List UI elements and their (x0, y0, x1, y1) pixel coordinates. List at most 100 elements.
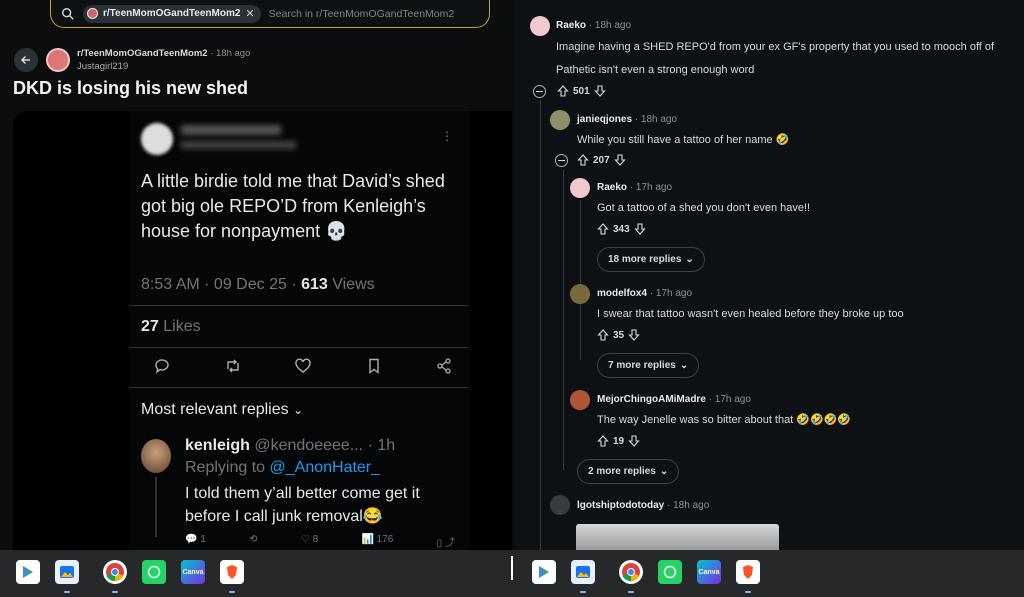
avatar[interactable] (570, 390, 590, 410)
canva-icon[interactable]: Canva (181, 560, 205, 584)
avatar[interactable] (570, 178, 590, 198)
search-icon (62, 7, 74, 20)
collapse-button[interactable] (533, 85, 546, 98)
reply-text: I told them y’all better come get it bef… (185, 485, 420, 525)
downvote-icon[interactable] (633, 223, 646, 235)
thread-line (155, 477, 157, 537)
close-icon[interactable]: ✕ (245, 7, 254, 20)
search-placeholder[interactable]: Search in r/TeenMomOGandTeenMom2 (269, 8, 455, 20)
vote-bar: 501 (557, 85, 606, 97)
avatar[interactable] (550, 110, 570, 130)
search-bar[interactable]: r/TeenMomOGandTeenMom2 ✕ Search in r/Tee… (50, 0, 490, 28)
downvote-icon[interactable] (628, 329, 640, 341)
shelf-left: Canva (16, 560, 259, 593)
post-author[interactable]: Justagirl219 (77, 61, 128, 72)
split-divider[interactable] (511, 556, 513, 580)
comment-author[interactable]: Raeko · 17h ago (597, 182, 672, 193)
divider (129, 305, 469, 306)
play-store-icon[interactable] (16, 560, 40, 584)
back-button[interactable] (14, 48, 38, 72)
view-count: 📊 176 (361, 534, 394, 545)
vote-count: 343 (613, 223, 630, 235)
upvote-icon[interactable] (577, 154, 589, 166)
reply-author: kenleigh @kendoeeee... · 1h (185, 437, 396, 454)
comment-image[interactable] (576, 524, 779, 550)
comment-text: Got a tattoo of a shed you don't even ha… (597, 202, 811, 214)
comment-text: While you still have a tattoo of her nam… (577, 134, 790, 146)
replies-sort: Most relevant replies ⌄ (141, 401, 304, 418)
upvote-icon[interactable] (597, 223, 609, 235)
chrome-icon[interactable] (103, 560, 127, 593)
tweet-meta: 8:53 AM · 09 Dec 25 · 613 Views (141, 276, 375, 293)
comment-text: The way Jenelle was so bitter about that… (597, 414, 852, 426)
subreddit-link[interactable]: r/TeenMomOGandTeenMom2 (77, 48, 208, 59)
whatsapp-icon[interactable] (142, 560, 166, 584)
upvote-icon[interactable] (597, 329, 609, 341)
post-image[interactable]: ⋮ A little birdie told me that David’s s… (13, 111, 512, 550)
thread-line (580, 200, 581, 360)
community-icon (87, 8, 98, 19)
retweet-icon: ⟲ (249, 534, 258, 545)
reply-avatar (141, 439, 171, 473)
comment-author[interactable]: modelfox4 · 17h ago (597, 288, 692, 299)
comment-author[interactable]: Raeko · 18h ago (556, 20, 631, 31)
subreddit-avatar[interactable] (46, 48, 70, 72)
brave-icon[interactable] (220, 560, 244, 593)
tweet-text: A little birdie told me that David’s she… (141, 171, 445, 241)
vote-count: 207 (593, 154, 610, 166)
gallery-icon[interactable] (55, 560, 79, 593)
comment-text: Imagine having a SHED REPO'd from your e… (556, 41, 995, 53)
screen: r/TeenMomOGandTeenMom2 ✕ Search in r/Tee… (0, 0, 1024, 597)
divider (129, 387, 469, 388)
downvote-icon[interactable] (613, 154, 626, 166)
tweet-screenshot: ⋮ A little birdie told me that David’s s… (129, 111, 469, 550)
share-icon (437, 358, 451, 374)
heart-icon (295, 358, 311, 373)
window-edge (512, 0, 515, 550)
shelf-right: Canva (532, 560, 775, 593)
chrome-icon[interactable] (619, 560, 643, 593)
reply-icon (155, 359, 169, 374)
upvote-icon[interactable] (597, 435, 609, 447)
avatar[interactable] (570, 284, 590, 304)
tweet-name-redacted (181, 125, 281, 135)
community-chip[interactable]: r/TeenMomOGandTeenMom2 ✕ (83, 4, 261, 23)
tweet-handle-redacted (181, 141, 296, 149)
divider (129, 347, 469, 348)
tweet-likes: 27 Likes (141, 318, 201, 335)
avatar[interactable] (530, 16, 550, 36)
retweet-icon (226, 359, 239, 373)
chevron-down-icon: ⌄ (679, 360, 689, 371)
downvote-icon[interactable] (628, 435, 640, 447)
comment-author[interactable]: lgotshiptodotoday · 18h ago (577, 500, 709, 511)
post-title: DKD is losing his new shed (13, 78, 249, 98)
chevron-down-icon: ⌄ (685, 254, 694, 265)
chevron-down-icon: ⌄ (293, 403, 304, 417)
chevron-down-icon: ⌄ (659, 466, 669, 477)
comment-author[interactable]: MejorChingoAMiMadre · 17h ago (597, 394, 751, 405)
vote-bar: 35 (597, 329, 640, 341)
whatsapp-icon[interactable] (658, 560, 682, 584)
vote-bar: 207 (577, 154, 626, 166)
comment-author[interactable]: janieqjones · 18h ago (577, 114, 677, 125)
tweet-actions (153, 357, 453, 375)
reply-replying-to: Replying to @_AnonHater_ (185, 459, 381, 476)
more-replies-button[interactable]: 18 more replies ⌄ (597, 247, 705, 272)
bookmark-share: ▯ ⤴ (436, 538, 455, 549)
downvote-icon[interactable] (593, 85, 606, 97)
brave-icon[interactable] (736, 560, 760, 593)
more-icon: ⋮ (441, 129, 453, 143)
upvote-icon[interactable] (557, 85, 569, 97)
avatar[interactable] (550, 495, 570, 515)
tweet-avatar (141, 123, 173, 155)
bookmark-icon (368, 358, 379, 374)
play-store-icon[interactable] (532, 560, 556, 584)
gallery-icon[interactable] (571, 560, 595, 593)
more-replies-button[interactable]: 7 more replies ⌄ (597, 353, 700, 378)
collapse-button[interactable] (555, 154, 568, 167)
vote-bar: 343 (597, 223, 646, 235)
post-meta: r/TeenMomOGandTeenMom2 · 18h ago (77, 48, 251, 59)
canva-icon[interactable]: Canva (697, 560, 721, 584)
reply-actions: 💬 1 ⟲ ♡ 8 📊 176 ▯ ⤴ (185, 534, 455, 549)
more-replies-button[interactable]: 2 more replies ⌄ (577, 459, 680, 484)
